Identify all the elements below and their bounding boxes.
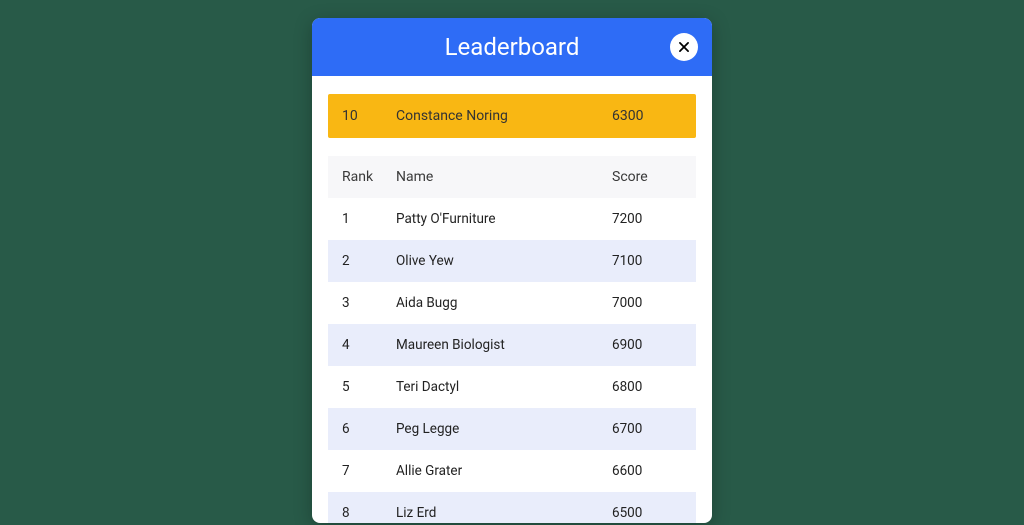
- cell-name: Patty O'Furniture: [396, 211, 612, 227]
- close-button[interactable]: [670, 33, 698, 61]
- cell-name: Peg Legge: [396, 421, 612, 437]
- header-name: Name: [396, 169, 612, 185]
- cell-rank: 6: [342, 421, 396, 437]
- leaderboard-modal: Leaderboard 10 Constance Noring 6300 Ran…: [312, 18, 712, 523]
- table-row: 3Aida Bugg7000: [328, 282, 696, 324]
- highlight-score: 6300: [612, 108, 682, 124]
- cell-score: 6700: [612, 421, 682, 437]
- table-row: 2Olive Yew7100: [328, 240, 696, 282]
- cell-score: 6500: [612, 505, 682, 521]
- modal-body[interactable]: 10 Constance Noring 6300 Rank Name Score…: [312, 76, 712, 523]
- cell-rank: 4: [342, 337, 396, 353]
- modal-title: Leaderboard: [445, 33, 580, 61]
- cell-name: Maureen Biologist: [396, 337, 612, 353]
- cell-score: 7100: [612, 253, 682, 269]
- cell-rank: 5: [342, 379, 396, 395]
- cell-rank: 3: [342, 295, 396, 311]
- header-rank: Rank: [342, 169, 396, 185]
- cell-name: Aida Bugg: [396, 295, 612, 311]
- header-score: Score: [612, 169, 682, 185]
- cell-score: 6900: [612, 337, 682, 353]
- cell-name: Allie Grater: [396, 463, 612, 479]
- table-row: 4Maureen Biologist6900: [328, 324, 696, 366]
- table-row: 7Allie Grater6600: [328, 450, 696, 492]
- highlight-name: Constance Noring: [396, 108, 612, 124]
- close-icon: [677, 40, 691, 54]
- cell-name: Olive Yew: [396, 253, 612, 269]
- cell-score: 6600: [612, 463, 682, 479]
- cell-rank: 1: [342, 211, 396, 227]
- table-body: 1Patty O'Furniture72002Olive Yew71003Aid…: [328, 198, 696, 523]
- cell-score: 6800: [612, 379, 682, 395]
- table-row: 6Peg Legge6700: [328, 408, 696, 450]
- cell-name: Liz Erd: [396, 505, 612, 521]
- cell-rank: 2: [342, 253, 396, 269]
- table-row: 5Teri Dactyl6800: [328, 366, 696, 408]
- table-header-row: Rank Name Score: [328, 156, 696, 198]
- modal-header: Leaderboard: [312, 18, 712, 76]
- cell-score: 7000: [612, 295, 682, 311]
- highlight-row: 10 Constance Noring 6300: [328, 94, 696, 138]
- cell-rank: 8: [342, 505, 396, 521]
- table-row: 1Patty O'Furniture7200: [328, 198, 696, 240]
- cell-name: Teri Dactyl: [396, 379, 612, 395]
- cell-rank: 7: [342, 463, 396, 479]
- table-row: 8Liz Erd6500: [328, 492, 696, 523]
- cell-score: 7200: [612, 211, 682, 227]
- highlight-rank: 10: [342, 108, 396, 124]
